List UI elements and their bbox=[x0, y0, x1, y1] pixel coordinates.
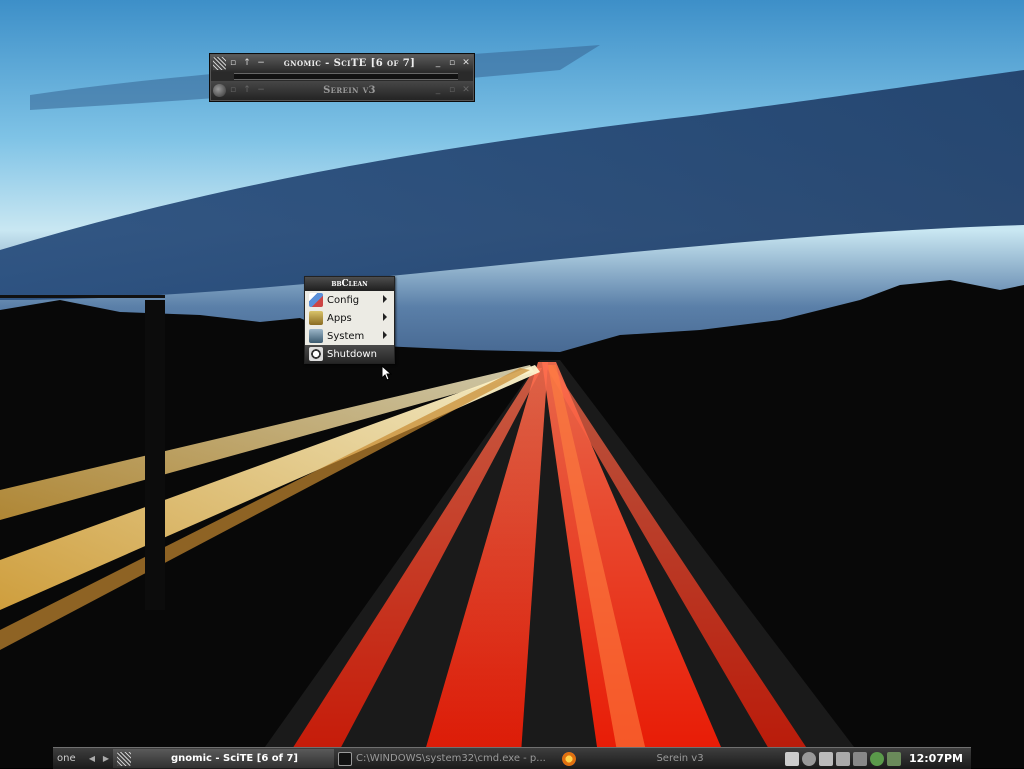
drive-icon[interactable] bbox=[801, 751, 816, 766]
menu-item-label: Apps bbox=[327, 312, 352, 324]
menu-item-apps[interactable]: Apps bbox=[305, 309, 394, 327]
maximize-button[interactable]: ▫ bbox=[445, 55, 459, 72]
system-icon bbox=[309, 329, 323, 343]
task-scite[interactable]: gnomic - SciTE [6 of 7] bbox=[113, 749, 334, 768]
app-icon[interactable] bbox=[886, 751, 901, 766]
raise-button[interactable]: ↑ bbox=[240, 55, 254, 72]
close-button[interactable]: ✕ bbox=[459, 55, 473, 72]
desktop-wallpaper bbox=[0, 0, 1024, 768]
maximize-button-2[interactable]: ▫ bbox=[445, 82, 459, 99]
mouse-cursor-icon bbox=[381, 365, 392, 381]
task-label: Serein v3 bbox=[656, 753, 704, 764]
prev-workspace-button[interactable]: ◀ bbox=[85, 754, 99, 763]
utorrent-icon[interactable] bbox=[869, 751, 884, 766]
tools-icon[interactable] bbox=[835, 751, 850, 766]
shade-button[interactable]: − bbox=[254, 55, 268, 72]
minimize-button[interactable]: _ bbox=[431, 55, 445, 72]
window-divider bbox=[234, 73, 458, 80]
window-menu-icon[interactable] bbox=[213, 57, 226, 70]
config-icon bbox=[309, 293, 323, 307]
window-title-2: Serein v3 bbox=[323, 85, 376, 96]
firefox-icon bbox=[213, 84, 226, 97]
firefox-icon bbox=[562, 751, 576, 766]
menu-item-system[interactable]: System bbox=[305, 327, 394, 345]
sticky-button[interactable]: ▫ bbox=[226, 55, 240, 72]
task-cmd[interactable]: C:\WINDOWS\system32\cmd.exe - p... bbox=[334, 749, 558, 768]
workspace-label[interactable]: one bbox=[53, 753, 85, 764]
clock[interactable]: 12:07PM bbox=[901, 752, 971, 765]
submenu-arrow-icon bbox=[383, 331, 387, 339]
volume-icon[interactable] bbox=[852, 751, 867, 766]
shade-button-2[interactable]: − bbox=[254, 82, 268, 99]
task-label: C:\WINDOWS\system32\cmd.exe - p... bbox=[356, 753, 546, 764]
window-title: gnomic - SciTE [6 of 7] bbox=[283, 58, 416, 69]
menu-item-config[interactable]: Config bbox=[305, 291, 394, 309]
cmd-icon bbox=[338, 751, 352, 766]
power-icon bbox=[309, 347, 323, 361]
next-workspace-button[interactable]: ▶ bbox=[99, 754, 113, 763]
task-label: gnomic - SciTE [6 of 7] bbox=[171, 753, 298, 764]
serein-titlebar[interactable]: ▫ ↑ − Serein v3 _ ▫ ✕ bbox=[211, 81, 473, 100]
submenu-arrow-icon bbox=[383, 295, 387, 303]
submenu-arrow-icon bbox=[383, 313, 387, 321]
menu-item-label: Shutdown bbox=[327, 348, 377, 360]
menu-item-label: System bbox=[327, 330, 365, 342]
menu-item-label: Config bbox=[327, 294, 360, 306]
menu-item-shutdown[interactable]: Shutdown bbox=[305, 345, 394, 363]
task-serein[interactable]: Serein v3 bbox=[558, 749, 780, 768]
apps-icon bbox=[309, 311, 323, 325]
scite-titlebar[interactable]: ▫ ↑ − gnomic - SciTE [6 of 7] _ ▫ ✕ bbox=[211, 55, 473, 72]
system-tray[interactable] bbox=[781, 749, 901, 768]
root-menu[interactable]: bbClean Config Apps System Shutdown bbox=[304, 276, 395, 364]
scite-icon bbox=[117, 751, 131, 766]
minimize-button-2[interactable]: _ bbox=[431, 82, 445, 99]
sticky-button-2[interactable]: ▫ bbox=[226, 82, 240, 99]
raise-button-2[interactable]: ↑ bbox=[240, 82, 254, 99]
taskbar[interactable]: one ◀ ▶ gnomic - SciTE [6 of 7] C:\WINDO… bbox=[53, 747, 971, 769]
network-icon[interactable] bbox=[818, 751, 833, 766]
close-button-2[interactable]: ✕ bbox=[459, 82, 473, 99]
calendar-icon[interactable] bbox=[784, 751, 799, 766]
scite-window[interactable]: ▫ ↑ − gnomic - SciTE [6 of 7] _ ▫ ✕ ▫ ↑ … bbox=[209, 53, 475, 102]
menu-title: bbClean bbox=[305, 277, 394, 291]
